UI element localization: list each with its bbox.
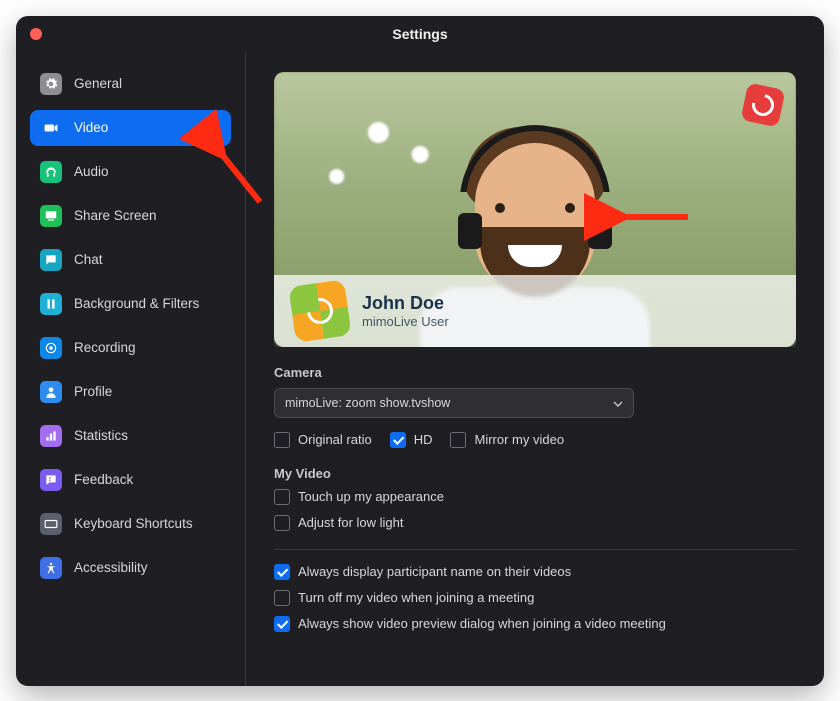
sidebar-item-shortcuts[interactable]: Keyboard Shortcuts: [30, 506, 231, 542]
checkbox-display_name[interactable]: Always display participant name on their…: [274, 564, 796, 580]
sidebar-item-label: Keyboard Shortcuts: [74, 516, 193, 531]
checkbox-label: Turn off my video when joining a meeting: [298, 590, 534, 605]
preview-user-name: John Doe: [362, 293, 449, 314]
keyboard-icon: [40, 513, 62, 535]
sidebar-item-bgfilters[interactable]: Background & Filters: [30, 286, 231, 322]
checkbox-hd[interactable]: HD: [390, 432, 433, 448]
checkbox-box: [274, 515, 290, 531]
camera-select[interactable]: mimoLive: zoom show.tvshow: [274, 388, 634, 418]
settings-window: Settings General Video Audio Share Screen Ch…: [16, 16, 824, 686]
checkbox-turn_off_join[interactable]: Turn off my video when joining a meeting: [274, 590, 796, 606]
settings-main-panel: John Doe mimoLive User Camera mimoLive: …: [246, 52, 824, 686]
checkbox-label: Mirror my video: [474, 432, 564, 447]
sidebar-item-a11y[interactable]: Accessibility: [30, 550, 231, 586]
gear-icon: [40, 73, 62, 95]
record-icon: [40, 337, 62, 359]
sidebar-item-video[interactable]: Video: [30, 110, 231, 146]
checkbox-label: Original ratio: [298, 432, 372, 447]
sidebar-item-chat[interactable]: Chat: [30, 242, 231, 278]
section-divider: [274, 549, 796, 550]
settings-sidebar: General Video Audio Share Screen Chat Backgro…: [16, 52, 246, 686]
chat-icon: [40, 249, 62, 271]
video-icon: [40, 117, 62, 139]
window-title: Settings: [392, 26, 447, 42]
preview-name-overlay: John Doe mimoLive User: [274, 275, 796, 347]
meeting-options: Always display participant name on their…: [274, 564, 796, 632]
share-screen-icon: [40, 205, 62, 227]
sidebar-item-feedback[interactable]: Feedback: [30, 462, 231, 498]
sidebar-item-share[interactable]: Share Screen: [30, 198, 231, 234]
accessibility-icon: [40, 557, 62, 579]
headphones-icon: [40, 161, 62, 183]
checkbox-box: [390, 432, 406, 448]
mimolive-logo-icon: [293, 283, 347, 337]
sidebar-item-audio[interactable]: Audio: [30, 154, 231, 190]
checkbox-label: Always show video preview dialog when jo…: [298, 616, 666, 631]
profile-icon: [40, 381, 62, 403]
camera-section-label: Camera: [274, 365, 796, 380]
sidebar-item-recording[interactable]: Recording: [30, 330, 231, 366]
chevron-down-icon: [613, 398, 623, 408]
sidebar-item-label: Recording: [74, 340, 136, 355]
sidebar-item-label: Accessibility: [74, 560, 148, 575]
checkbox-preview_join[interactable]: Always show video preview dialog when jo…: [274, 616, 796, 632]
sidebar-item-label: Profile: [74, 384, 112, 399]
checkbox-mirror[interactable]: Mirror my video: [450, 432, 564, 448]
sidebar-item-label: General: [74, 76, 122, 91]
sidebar-item-stats[interactable]: Statistics: [30, 418, 231, 454]
video-preview: John Doe mimoLive User: [274, 72, 796, 347]
stats-icon: [40, 425, 62, 447]
checkbox-label: Always display participant name on their…: [298, 564, 571, 579]
sidebar-item-general[interactable]: General: [30, 66, 231, 102]
preview-user-info: John Doe mimoLive User: [362, 293, 449, 329]
checkbox-touchup[interactable]: Touch up my appearance: [274, 489, 796, 505]
mimolive-badge-icon: [740, 82, 785, 127]
window-body: General Video Audio Share Screen Chat Backgro…: [16, 52, 824, 686]
checkbox-box: [450, 432, 466, 448]
my-video-section-label: My Video: [274, 466, 796, 481]
checkbox-label: HD: [414, 432, 433, 447]
checkbox-label: Adjust for low light: [298, 515, 404, 530]
checkbox-label: Touch up my appearance: [298, 489, 444, 504]
titlebar: Settings: [16, 16, 824, 52]
sidebar-item-label: Feedback: [74, 472, 133, 487]
sidebar-item-label: Video: [74, 120, 108, 135]
preview-user-subtitle: mimoLive User: [362, 314, 449, 329]
my-video-options: Touch up my appearance Adjust for low lig…: [274, 489, 796, 531]
checkbox-lowlight[interactable]: Adjust for low light: [274, 515, 796, 531]
feedback-icon: [40, 469, 62, 491]
sidebar-item-profile[interactable]: Profile: [30, 374, 231, 410]
sidebar-item-label: Share Screen: [74, 208, 157, 223]
sidebar-item-label: Background & Filters: [74, 296, 199, 311]
checkbox-box: [274, 616, 290, 632]
checkbox-original_ratio[interactable]: Original ratio: [274, 432, 372, 448]
checkbox-box: [274, 564, 290, 580]
camera-options-row: Original ratio HD Mirror my video: [274, 432, 796, 448]
sidebar-item-label: Chat: [74, 252, 103, 267]
checkbox-box: [274, 590, 290, 606]
checkbox-box: [274, 432, 290, 448]
camera-select-value: mimoLive: zoom show.tvshow: [285, 396, 450, 410]
checkbox-box: [274, 489, 290, 505]
sidebar-item-label: Statistics: [74, 428, 128, 443]
sidebar-item-label: Audio: [74, 164, 109, 179]
close-window-button[interactable]: [30, 28, 42, 40]
filters-icon: [40, 293, 62, 315]
